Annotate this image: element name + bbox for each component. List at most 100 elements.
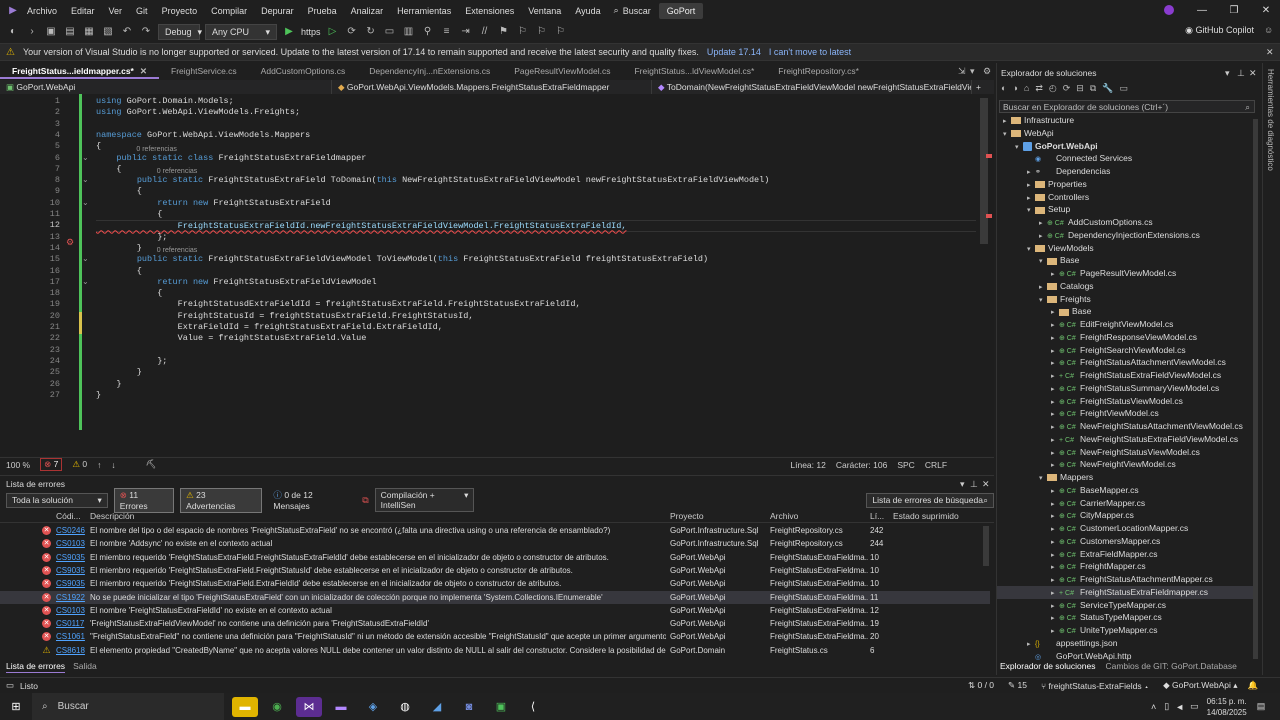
error-row[interactable]: ✕ CS9035 El miembro requerido 'FreightStat… <box>0 564 990 577</box>
project-dropdown[interactable]: ▣ GoPort.WebApi <box>0 80 332 94</box>
tree-item[interactable]: ▸ ⊕ C# NewFreightStatusAttachmentViewModel… <box>1051 420 1243 433</box>
tab-document[interactable]: AddCustomOptions.cs <box>249 63 358 79</box>
chrome-icon[interactable]: ◉ <box>264 697 290 717</box>
bookmark-icon[interactable]: ⚑ <box>497 25 511 39</box>
error-row[interactable]: ✕ CS0246 El nombre del tipo o del espacio … <box>0 524 990 537</box>
error-search-input[interactable]: Lista de errores de búsqueda ⌕ <box>866 492 995 508</box>
tree-item[interactable]: ▸ ⚭ Dependencias <box>1027 165 1110 178</box>
tab-document[interactable]: FreightStatus...ieldmapper.cs* ✕ <box>0 63 159 79</box>
tree-item[interactable]: ▸ ⊕ C# AddCustomOptions.cs <box>1039 216 1153 229</box>
build-dropdown[interactable]: Compilación + IntelliSen ▾ <box>374 488 475 512</box>
code-line[interactable]: public static FreightStatusExtraFieldVie… <box>96 254 708 264</box>
tab-overflow-icon[interactable]: ⇲ <box>958 66 966 77</box>
code-line[interactable]: } <box>96 390 101 400</box>
tree-item[interactable]: ▸ + C# FreightStatusExtraFieldmapper.cs <box>997 585 1253 599</box>
expand-icon[interactable]: ▾ <box>1039 255 1047 268</box>
tree-item[interactable]: ▸ ⊕ C# FreightViewModel.cs <box>1051 407 1159 420</box>
col-code[interactable]: Códi... <box>56 511 81 521</box>
code-line[interactable]: using GoPort.WebApi.ViewModels.Freights; <box>96 107 300 117</box>
col-line[interactable]: Lí... <box>870 511 884 521</box>
pin-icon[interactable]: ⊥ <box>970 479 978 490</box>
fold-icon[interactable]: ⌄ <box>82 175 89 184</box>
back-icon[interactable]: ◐ <box>1001 83 1006 94</box>
preview-icon[interactable]: ▭ <box>1119 83 1128 94</box>
menu-ver[interactable]: Ver <box>102 6 130 16</box>
menu-ventana[interactable]: Ventana <box>521 6 568 16</box>
solution-panel-tab[interactable]: Cambios de GIT: GoPort.Database <box>1105 661 1236 671</box>
switch-view-icon[interactable]: ⇄ <box>1035 83 1043 94</box>
github-desktop-icon[interactable]: ◍ <box>392 697 418 717</box>
errors-filter-button[interactable]: ⊗ 11 Errores <box>113 487 175 513</box>
azure-data-studio-icon[interactable]: ◈ <box>360 697 386 717</box>
comment-icon[interactable]: // <box>478 25 492 39</box>
tab-dropdown-icon[interactable]: ▾ <box>970 66 975 77</box>
play-outline-icon[interactable]: ▷ <box>326 25 340 39</box>
tree-item[interactable]: ▸ Catalogs <box>1039 280 1094 293</box>
tab-document[interactable]: DependencyInj...nExtensions.cs <box>357 63 502 79</box>
solution-search-input[interactable]: Buscar en Explorador de soluciones (Ctrl… <box>999 100 1255 113</box>
back-icon[interactable]: ◐ <box>6 25 20 39</box>
visual-studio-icon[interactable]: ⋈ <box>296 696 322 717</box>
tab-document[interactable]: FreightRepository.cs* <box>766 63 871 79</box>
error-row[interactable]: ✕ CS0103 El nombre 'FreightStatusExtraFiel… <box>0 604 990 617</box>
new-project-icon[interactable]: ▣ <box>44 25 58 39</box>
error-row[interactable]: ✕ CS0103 El nombre 'Addsync' no existe en … <box>0 537 990 550</box>
tree-item[interactable]: ▸ ⊕ C# BaseMapper.cs <box>1051 484 1139 497</box>
copilot-icon[interactable]: ⟨ <box>520 697 546 717</box>
menu-herramientas[interactable]: Herramientas <box>390 6 458 16</box>
code-line[interactable]: }; <box>96 356 167 366</box>
commits-indicator[interactable]: ✎ 15 <box>1008 680 1027 691</box>
code-line[interactable]: { <box>96 164 121 174</box>
code-line[interactable]: { <box>96 209 162 219</box>
close-icon[interactable]: ✕ <box>140 66 147 76</box>
code-line[interactable]: } <box>96 367 142 377</box>
tree-item[interactable]: ▸ ⊕ C# ExtraFieldMapper.cs <box>1051 548 1157 561</box>
tree-item[interactable]: ▸ ⊕ C# FreightStatusSummaryViewModel.cs <box>1051 382 1219 395</box>
dismiss-link[interactable]: I can't move to latest <box>769 47 851 57</box>
code-line[interactable]: ExtraFieldId = freightStatusExtraField.E… <box>96 322 443 332</box>
panel-dropdown-icon[interactable]: ▾ <box>960 479 965 490</box>
play-icon[interactable]: ▶ <box>282 25 296 39</box>
tree-item[interactable]: ▸ ⊕ C# CustomerLocationMapper.cs <box>1051 522 1188 535</box>
code-line[interactable]: FreightStatusId = freightStatusExtraFiel… <box>96 311 474 321</box>
menu-editar[interactable]: Editar <box>64 6 102 16</box>
code-line[interactable]: FreightStatusdExtraFieldId = freightStat… <box>96 299 581 309</box>
settings-icon[interactable]: ⚙ <box>983 66 991 77</box>
tree-item[interactable]: ▸ ⊕ C# FreightStatusAttachmentMapper.cs <box>1051 573 1213 586</box>
panel-dropdown-icon[interactable]: ▾ <box>1225 68 1230 79</box>
tab-document[interactable]: FreightStatus...ldViewModel.cs* <box>622 63 766 79</box>
code-line[interactable]: using GoPort.Domain.Models; <box>96 96 234 106</box>
tree-item[interactable]: ▸{} appsettings.json <box>1027 637 1117 650</box>
tree-item[interactable]: ▸ ⊕ C# FreightStatusViewModel.cs <box>1051 395 1183 408</box>
bookmark-next-icon[interactable]: ⚐ <box>516 25 530 39</box>
code-editor[interactable]: 1 using GoPort.Domain.Models; 2 using GoPor… <box>0 94 994 456</box>
error-list-scrollbar[interactable] <box>983 526 989 566</box>
expand-icon[interactable]: ▾ <box>1027 204 1035 217</box>
filter-icon[interactable]: ⧉ <box>362 495 368 506</box>
messages-filter-button[interactable]: ⓘ 0 de 12 Mensajes <box>268 488 356 512</box>
terminal-icon[interactable]: ▣ <box>488 697 514 717</box>
battery-icon[interactable]: ▭ <box>1190 701 1199 712</box>
col-file[interactable]: Archivo <box>770 511 798 521</box>
azure-icon[interactable]: ◢ <box>424 697 450 717</box>
code-line[interactable]: public static class FreightStatusExtraFi… <box>96 153 366 163</box>
warnings-filter-button[interactable]: ⚠ 23 Advertencias <box>180 487 263 513</box>
platform-combo[interactable]: Any CPU ▾ <box>205 24 277 40</box>
home-icon[interactable]: ⌂ <box>1024 83 1029 94</box>
error-row[interactable]: ✕ CS0117 'FreightStatusExtraFieldViewModel… <box>0 617 990 630</box>
code-line[interactable]: { <box>96 266 142 276</box>
split-icon[interactable]: + <box>972 82 981 92</box>
expand-icon[interactable]: ▾ <box>1003 128 1011 141</box>
bottom-tab[interactable]: Lista de errores <box>6 661 66 673</box>
brush-icon[interactable]: ⛏ <box>146 459 157 470</box>
hot-reload-icon[interactable]: ↻ <box>364 25 378 39</box>
code-line[interactable]: return new FreightStatusExtraFieldViewMo… <box>96 277 376 287</box>
tree-item[interactable]: ▸ + C# NewFreightStatusExtraFieldViewModel… <box>1051 433 1238 446</box>
close-icon[interactable]: ✕ <box>1249 68 1257 79</box>
class-dropdown[interactable]: ◆ GoPort.WebApi.ViewModels.Mappers.Freig… <box>332 80 652 94</box>
tree-item[interactable]: ▸ ⊕ C# NewFreightStatusViewModel.cs <box>1051 446 1200 459</box>
indent-icon[interactable]: ⇥ <box>459 25 473 39</box>
code-line[interactable]: namespace GoPort.WebApi.ViewModels.Mappe… <box>96 130 310 140</box>
code-line[interactable]: return new FreightStatusExtraField <box>96 198 330 208</box>
app-icon[interactable]: ▬ <box>328 697 354 717</box>
